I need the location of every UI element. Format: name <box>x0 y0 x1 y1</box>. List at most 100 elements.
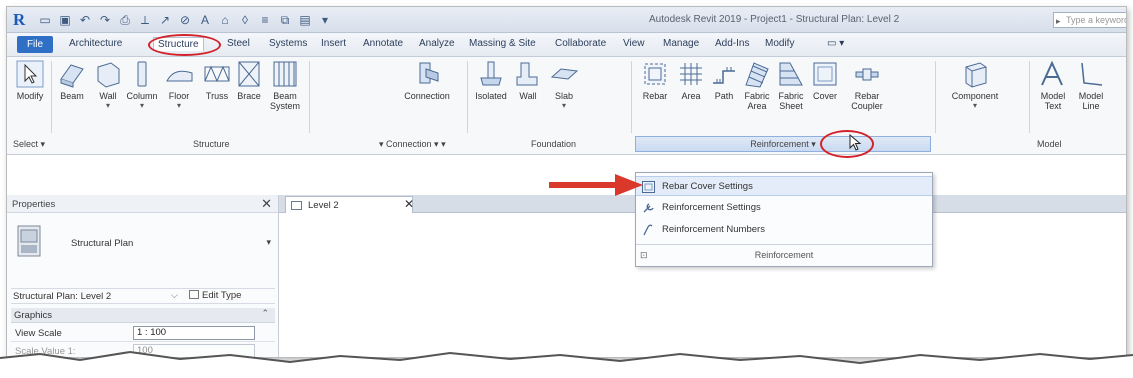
brace-button[interactable]: Brace <box>233 59 265 101</box>
component-dropdown-caret[interactable]: ▾ <box>945 101 1005 111</box>
panel-select[interactable]: Select ▾ <box>13 139 45 150</box>
tab-modify[interactable]: Modify <box>765 38 794 49</box>
instance-selector[interactable]: Structural Plan: Level 2 <box>13 291 111 302</box>
area-reinforcement-icon <box>680 63 702 85</box>
tab-architecture[interactable]: Architecture <box>69 38 122 49</box>
edit-type-button[interactable]: Edit Type <box>189 290 241 301</box>
redo-icon[interactable]: ↷ <box>97 12 113 28</box>
slab-button[interactable]: Slab ▾ <box>547 59 581 111</box>
switch-windows-icon[interactable]: ▤ <box>297 12 313 28</box>
tab-steel[interactable]: Steel <box>227 38 250 49</box>
floor-icon <box>166 70 193 82</box>
window-title: Autodesk Revit 2019 - Project1 - Structu… <box>649 14 900 25</box>
path-reinforcement-icon <box>713 67 735 84</box>
modify-button[interactable]: Modify <box>13 59 47 101</box>
beam-icon <box>60 64 84 88</box>
thin-lines-icon[interactable]: ≡ <box>257 12 273 28</box>
tag-icon[interactable]: ⊘ <box>177 12 193 28</box>
undo-icon[interactable]: ↶ <box>77 12 93 28</box>
dimension-icon[interactable]: ↗ <box>157 12 173 28</box>
contextual-toggle-icon[interactable]: ▭ ▾ <box>827 38 844 49</box>
panel-structure: Structure <box>193 139 230 149</box>
instance-chevron-icon[interactable]: ⌵ <box>171 290 178 301</box>
fabric-area-button[interactable]: Fabric Area <box>741 59 773 111</box>
tab-insert[interactable]: Insert <box>321 38 346 49</box>
customize-qat-icon[interactable]: ▾ <box>317 12 333 28</box>
menu-item-reinforcement-settings[interactable]: Reinforcement Settings <box>636 198 932 218</box>
tab-systems[interactable]: Systems <box>269 38 307 49</box>
wall-button[interactable]: Wall ▾ <box>93 59 123 111</box>
fabric-sheet-icon <box>779 62 803 86</box>
wall-dropdown-caret[interactable]: ▾ <box>93 101 123 111</box>
section-icon[interactable]: ◊ <box>237 12 253 28</box>
beam-system-button[interactable]: Beam System <box>267 59 303 111</box>
isolated-foundation-button[interactable]: Isolated <box>471 59 511 101</box>
close-icon[interactable]: ✕ <box>261 196 272 212</box>
text-icon[interactable]: A <box>197 12 213 28</box>
type-selector[interactable]: Structural Plan ▾ <box>11 221 275 269</box>
print-icon[interactable]: ⎙ <box>117 12 133 28</box>
view-tab-level-2[interactable]: Level 2 ✕ <box>285 196 414 213</box>
column-dropdown-caret[interactable]: ▾ <box>125 101 159 111</box>
floor-dropdown-caret[interactable]: ▾ <box>163 101 195 111</box>
property-group-graphics[interactable]: Graphics ⌃ <box>11 308 275 323</box>
open-icon[interactable]: ▭ <box>37 12 53 28</box>
type-name: Structural Plan <box>71 238 134 249</box>
panel-separator <box>467 61 468 133</box>
measure-icon[interactable]: ⟂ <box>137 12 153 28</box>
chevron-down-icon[interactable]: ▾ <box>266 237 271 248</box>
tab-collaborate[interactable]: Collaborate <box>555 38 606 49</box>
quick-access-toolbar: ▭ ▣ ↶ ↷ ⎙ ⟂ ↗ ⊘ A ⌂ ◊ ≡ ⧉ ▤ ▾ <box>37 11 333 29</box>
plan-view-icon <box>291 201 302 210</box>
panel-reinforcement-expander[interactable]: Reinforcement ▾ <box>635 136 931 152</box>
close-view-icon[interactable]: ✕ <box>404 197 414 211</box>
wall-foundation-button[interactable]: Wall <box>513 59 543 101</box>
rebar-button[interactable]: Rebar <box>639 59 671 101</box>
truss-button[interactable]: Truss <box>201 59 233 101</box>
title-bar: R ▭ ▣ ↶ ↷ ⎙ ⟂ ↗ ⊘ A ⌂ ◊ ≡ ⧉ ▤ ▾ Autodesk… <box>7 7 1126 33</box>
ribbon-tab-bar: File Architecture Structure Steel System… <box>7 33 1126 57</box>
tab-view[interactable]: View <box>623 38 645 49</box>
panel-connection[interactable]: ▾ Connection ▾ ▾ <box>379 139 446 150</box>
torn-edge-decoration <box>0 350 1133 378</box>
3d-view-icon[interactable]: ⌂ <box>217 12 233 28</box>
cover-button[interactable]: Cover <box>809 59 841 101</box>
menu-item-rebar-cover-settings[interactable]: Rebar Cover Settings <box>636 176 932 196</box>
tab-annotate[interactable]: Annotate <box>363 38 403 49</box>
tab-add-ins[interactable]: Add-Ins <box>715 38 749 49</box>
floor-button[interactable]: Floor ▾ <box>163 59 195 111</box>
revit-logo-icon[interactable]: R <box>13 10 33 30</box>
close-hidden-icon[interactable]: ⧉ <box>277 12 293 28</box>
view-tab-label: Level 2 <box>308 200 339 211</box>
truss-icon <box>204 65 230 83</box>
rebar-icon <box>644 63 666 85</box>
menu-item-reinforcement-numbers[interactable]: Reinforcement Numbers <box>636 220 932 240</box>
fabric-sheet-button[interactable]: Fabric Sheet <box>775 59 807 111</box>
component-button[interactable]: Component ▾ <box>945 59 1005 111</box>
tab-file[interactable]: File <box>17 36 53 53</box>
rebar-coupler-button[interactable]: Rebar Coupler <box>847 59 887 111</box>
connection-button[interactable]: Connection <box>399 59 455 101</box>
model-line-button[interactable]: Model Line <box>1073 59 1109 111</box>
model-text-button[interactable]: Model Text <box>1035 59 1071 111</box>
tab-analyze[interactable]: Analyze <box>419 38 455 49</box>
tab-manage[interactable]: Manage <box>663 38 699 49</box>
column-button[interactable]: Column ▾ <box>125 59 159 111</box>
model-line-icon <box>1081 62 1103 86</box>
reinforcement-expander-highlight <box>820 130 874 158</box>
save-icon[interactable]: ▣ <box>57 12 73 28</box>
structural-plan-thumbnail-icon <box>17 225 41 257</box>
search-placeholder: Type a keyword <box>1066 15 1127 25</box>
search-input[interactable]: ▸ Type a keyword <box>1053 12 1127 28</box>
red-arrow-annotation-icon <box>549 174 643 196</box>
area-reinforcement-button[interactable]: Area <box>675 59 707 101</box>
rebar-coupler-icon <box>855 68 879 81</box>
fabric-area-icon <box>745 62 769 88</box>
beam-system-icon <box>273 61 297 87</box>
path-reinforcement-button[interactable]: Path <box>709 59 739 101</box>
slab-dropdown-caret[interactable]: ▾ <box>547 101 581 111</box>
tab-massing-site[interactable]: Massing & Site <box>469 38 536 49</box>
collapse-icon[interactable]: ⌃ <box>261 308 269 319</box>
component-icon <box>965 62 987 88</box>
beam-button[interactable]: Beam <box>55 59 89 101</box>
